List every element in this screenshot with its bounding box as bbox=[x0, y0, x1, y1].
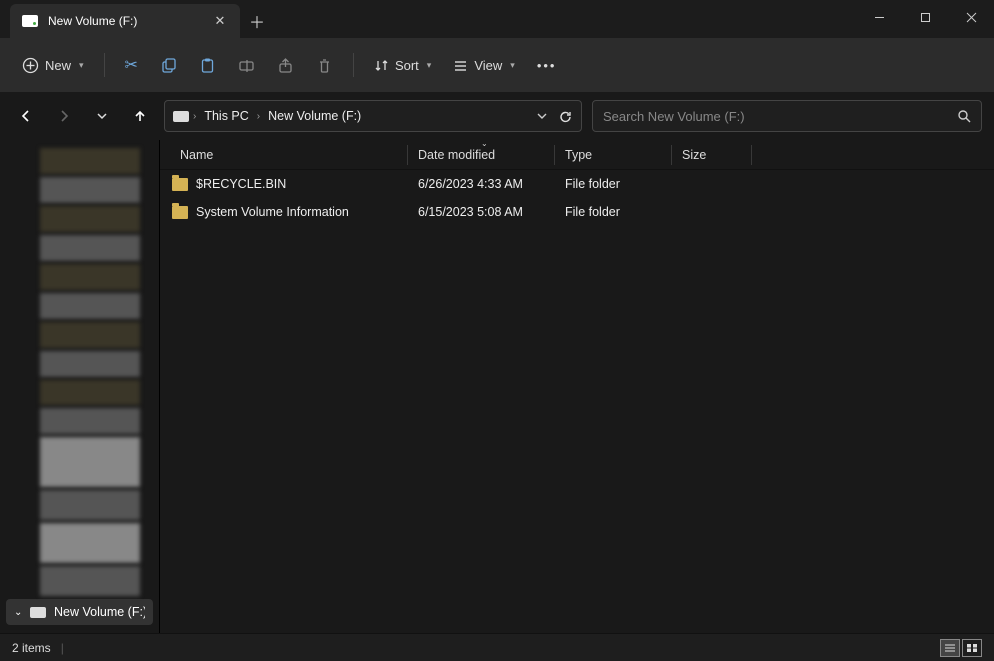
sidebar-item-label: New Volume (F:) bbox=[54, 605, 145, 619]
sidebar-item-drive[interactable]: ⌄ New Volume (F:) bbox=[6, 599, 153, 625]
tab-title: New Volume (F:) bbox=[48, 14, 202, 28]
sidebar-redacted bbox=[40, 566, 140, 596]
up-button[interactable] bbox=[126, 102, 154, 130]
sidebar-redacted bbox=[40, 322, 140, 348]
copy-button[interactable] bbox=[152, 48, 185, 82]
share-button[interactable] bbox=[269, 48, 302, 82]
breadcrumb-current[interactable]: New Volume (F:) bbox=[264, 107, 365, 125]
column-size[interactable]: Size bbox=[672, 145, 752, 165]
column-name[interactable]: Name bbox=[160, 145, 408, 165]
copy-icon bbox=[160, 57, 177, 74]
file-type: File folder bbox=[555, 177, 672, 191]
details-view-button[interactable] bbox=[940, 639, 960, 657]
address-dropdown-button[interactable] bbox=[536, 110, 548, 122]
ellipsis-icon: ••• bbox=[537, 58, 557, 73]
forward-button[interactable] bbox=[50, 102, 78, 130]
plus-circle-icon bbox=[22, 57, 39, 74]
file-list: Name ⌄Date modified Type Size $RECYCLE.B… bbox=[160, 140, 994, 633]
sidebar-redacted bbox=[40, 380, 140, 406]
sort-icon bbox=[374, 58, 389, 73]
back-button[interactable] bbox=[12, 102, 40, 130]
rename-icon bbox=[238, 57, 255, 74]
rows: $RECYCLE.BIN 6/26/2023 4:33 AM File fold… bbox=[160, 170, 994, 633]
sidebar-redacted bbox=[40, 351, 140, 377]
cut-icon: ✂ bbox=[125, 55, 138, 75]
item-count: 2 items bbox=[12, 641, 51, 655]
trash-icon bbox=[316, 57, 333, 74]
sidebar-redacted bbox=[40, 264, 140, 290]
address-row: › This PC › New Volume (F:) bbox=[0, 92, 994, 140]
chevron-down-icon: ⌄ bbox=[14, 607, 22, 618]
close-tab-button[interactable]: ✕ bbox=[212, 13, 228, 29]
sort-button[interactable]: Sort ▾ bbox=[366, 48, 439, 82]
chevron-right-icon: › bbox=[193, 111, 196, 122]
chevron-down-icon: ▾ bbox=[510, 60, 515, 71]
search-icon[interactable] bbox=[957, 109, 971, 123]
folder-icon bbox=[172, 206, 188, 219]
sidebar-redacted bbox=[40, 177, 140, 203]
column-headers: Name ⌄Date modified Type Size bbox=[160, 140, 994, 170]
maximize-button[interactable] bbox=[902, 0, 948, 34]
sidebar-redacted bbox=[40, 523, 140, 563]
cut-button[interactable]: ✂ bbox=[117, 48, 146, 82]
separator bbox=[104, 53, 105, 77]
file-date: 6/15/2023 5:08 AM bbox=[408, 205, 555, 219]
file-type: File folder bbox=[555, 205, 672, 219]
new-label: New bbox=[45, 58, 71, 73]
drive-icon bbox=[173, 111, 189, 122]
view-button[interactable]: View ▾ bbox=[445, 48, 522, 82]
sidebar-redacted bbox=[40, 293, 140, 319]
new-button[interactable]: New ▾ bbox=[14, 48, 92, 82]
address-bar[interactable]: › This PC › New Volume (F:) bbox=[164, 100, 582, 132]
delete-button[interactable] bbox=[308, 48, 341, 82]
view-label: View bbox=[474, 58, 502, 73]
column-type[interactable]: Type bbox=[555, 145, 672, 165]
window-controls bbox=[856, 0, 994, 34]
minimize-button[interactable] bbox=[856, 0, 902, 34]
drive-icon bbox=[22, 15, 38, 27]
thumbnails-view-button[interactable] bbox=[962, 639, 982, 657]
rename-button[interactable] bbox=[230, 48, 263, 82]
folder-icon bbox=[172, 178, 188, 191]
paste-button[interactable] bbox=[191, 48, 224, 82]
drive-icon bbox=[30, 607, 46, 618]
new-tab-button[interactable]: ＋ bbox=[240, 4, 274, 38]
file-name: System Volume Information bbox=[196, 205, 349, 219]
close-window-button[interactable] bbox=[948, 0, 994, 34]
breadcrumb-root[interactable]: This PC bbox=[200, 107, 252, 125]
sidebar-redacted bbox=[40, 490, 140, 520]
sidebar-redacted bbox=[40, 148, 140, 174]
share-icon bbox=[277, 57, 294, 74]
body: ⌄ New Volume (F:) Name ⌄Date modified Ty… bbox=[0, 140, 994, 633]
more-button[interactable]: ••• bbox=[529, 48, 565, 82]
view-icon bbox=[453, 58, 468, 73]
search-input[interactable] bbox=[603, 109, 957, 124]
file-date: 6/26/2023 4:33 AM bbox=[408, 177, 555, 191]
refresh-button[interactable] bbox=[558, 109, 573, 124]
table-row[interactable]: System Volume Information 6/15/2023 5:08… bbox=[160, 198, 994, 226]
recent-button[interactable] bbox=[88, 102, 116, 130]
titlebar: New Volume (F:) ✕ ＋ bbox=[0, 0, 994, 38]
sidebar-redacted bbox=[40, 437, 140, 487]
separator bbox=[353, 53, 354, 77]
chevron-right-icon: › bbox=[257, 111, 260, 122]
toolbar: New ▾ ✂ Sort ▾ View ▾ ••• bbox=[0, 38, 994, 92]
sidebar-redacted bbox=[40, 206, 140, 232]
sort-indicator-icon: ⌄ bbox=[481, 139, 488, 148]
chevron-down-icon: ▾ bbox=[79, 60, 84, 71]
file-name: $RECYCLE.BIN bbox=[196, 177, 286, 191]
sidebar-redacted bbox=[40, 408, 140, 434]
paste-icon bbox=[199, 57, 216, 74]
status-bar: 2 items | bbox=[0, 633, 994, 661]
tab-current[interactable]: New Volume (F:) ✕ bbox=[10, 4, 240, 38]
column-date[interactable]: ⌄Date modified bbox=[408, 145, 555, 165]
sidebar: ⌄ New Volume (F:) bbox=[0, 140, 160, 633]
chevron-down-icon: ▾ bbox=[427, 60, 432, 71]
sidebar-redacted bbox=[40, 235, 140, 261]
table-row[interactable]: $RECYCLE.BIN 6/26/2023 4:33 AM File fold… bbox=[160, 170, 994, 198]
sort-label: Sort bbox=[395, 58, 419, 73]
search-box[interactable] bbox=[592, 100, 982, 132]
